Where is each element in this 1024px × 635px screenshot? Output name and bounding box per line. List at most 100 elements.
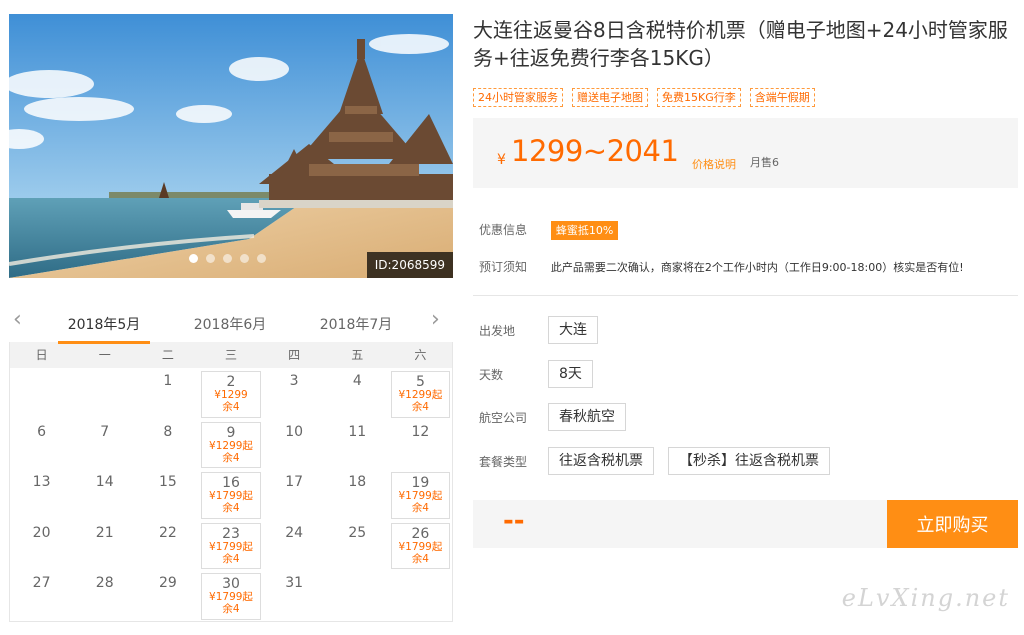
day-number: 24 (285, 524, 304, 541)
day-number: 18 (348, 474, 367, 490)
day-stock: 余4 (222, 552, 240, 565)
calendar-day: 12 (389, 419, 452, 470)
price-note-link[interactable]: 价格说明 (692, 156, 736, 172)
price-panel: ¥ 1299~2041 价格说明 月售6 (473, 118, 1018, 188)
selected-price: -- (503, 506, 525, 536)
day-number: 22 (158, 524, 177, 541)
calendar-month-nav: ‹ 2018年5月 2018年6月 2018年7月 › (9, 306, 453, 344)
feature-tag: 赠送电子地图 (572, 88, 648, 107)
calendar-day-available[interactable]: 5 ¥1299起 余4 (390, 371, 450, 418)
day-price: ¥1799起 (209, 591, 253, 603)
calendar-day: 24 (263, 520, 326, 571)
site-watermark: eLvXing.net (841, 584, 1010, 612)
day-number: 3 (289, 373, 299, 389)
day-price: ¥1299起 (209, 439, 253, 452)
calendar-day-available[interactable]: 30 ¥1799起 余4 (201, 573, 261, 620)
day-number: 6 (37, 423, 47, 440)
slide-dot[interactable] (189, 254, 198, 263)
day-number: 17 (285, 474, 304, 490)
calendar-day-available[interactable]: 19 ¥1799起 余4 (390, 472, 450, 519)
notice-label: 预订须知 (479, 260, 528, 274)
month-tab-july[interactable]: 2018年7月 (310, 314, 402, 334)
package-label: 套餐类型 (479, 454, 528, 469)
calendar-day-available[interactable]: 16 ¥1799起 余4 (201, 472, 261, 519)
calendar-grid: 日 一 二 三 四 五 六 1 2 ¥1299 余4 3 4 5 ¥1299起 余4 6 7 8 9 ¥1… (9, 342, 453, 622)
slide-dot[interactable] (223, 254, 232, 263)
calendar-day (326, 570, 389, 621)
calendar-day-available[interactable]: 2 ¥1299 余4 (201, 371, 261, 418)
day-number: 23 (222, 525, 240, 542)
weekday-label: 一 (98, 348, 111, 362)
day-number: 14 (95, 474, 114, 490)
package-option[interactable]: 往返含税机票 (548, 447, 654, 475)
calendar-day: 11 (326, 419, 389, 470)
slide-dot[interactable] (257, 254, 266, 263)
days-label: 天数 (479, 367, 504, 382)
month-tab-june[interactable]: 2018年6月 (184, 314, 276, 334)
feature-tag: 含端午假期 (749, 88, 815, 107)
weekday-label: 六 (414, 348, 427, 362)
day-number: 16 (222, 475, 240, 491)
day-number: 5 (415, 374, 425, 390)
chevron-right-icon[interactable]: › (431, 309, 451, 332)
calendar-day: 20 (10, 520, 73, 571)
day-number: 31 (285, 575, 304, 591)
calendar-day: 18 (326, 469, 389, 520)
slide-dot[interactable] (206, 254, 215, 263)
currency-symbol: ¥ (497, 152, 506, 168)
calendar-day: 13 (10, 469, 73, 520)
booking-notice: 此产品需要二次确认，商家将在2个工作小时内（工作日9:00-18:00）核实是否… (550, 261, 964, 274)
buy-now-button[interactable]: 立即购买 (887, 500, 1018, 548)
calendar-day-available[interactable]: 26 ¥1799起 余4 (390, 522, 450, 569)
day-number: 2 (226, 374, 236, 390)
days-row: 天数 8天 (479, 360, 607, 388)
days-option[interactable]: 8天 (548, 360, 593, 388)
airline-option[interactable]: 春秋航空 (548, 403, 626, 431)
divider (473, 295, 1018, 296)
calendar-days: 1 2 ¥1299 余4 3 4 5 ¥1299起 余4 6 7 8 9 ¥1299起 余4 10 11 12 13… (10, 368, 452, 621)
calendar-day: 8 (136, 419, 199, 470)
calendar-day (73, 368, 136, 419)
day-number: 15 (158, 474, 177, 490)
month-tab-may[interactable]: 2018年5月 (58, 314, 150, 344)
weekday-label: 日 (35, 348, 48, 362)
day-number: 19 (411, 475, 430, 491)
slide-dots (189, 254, 266, 263)
departure-option[interactable]: 大连 (548, 316, 598, 344)
calendar-day (389, 570, 452, 621)
weekday-label: 四 (288, 348, 301, 362)
departure-row: 出发地 大连 (479, 316, 612, 344)
day-number: 27 (32, 575, 51, 591)
day-stock: 余4 (411, 401, 429, 413)
weekday-header: 日 一 二 三 四 五 六 (10, 342, 452, 368)
feature-tag: 24小时管家服务 (473, 88, 563, 107)
day-number: 9 (226, 424, 236, 441)
calendar-day: 3 (263, 368, 326, 419)
promo-label: 优惠信息 (479, 223, 528, 237)
day-number: 26 (411, 525, 430, 542)
date-calendar: ‹ 2018年5月 2018年6月 2018年7月 › 日 一 二 三 四 五 … (9, 306, 453, 622)
calendar-day-available[interactable]: 9 ¥1299起 余4 (201, 421, 261, 468)
package-row: 套餐类型 往返含税机票 【秒杀】往返含税机票 (479, 447, 844, 475)
calendar-day: 14 (73, 469, 136, 520)
image-id-badge: ID:2068599 (366, 252, 453, 278)
day-stock: 余4 (222, 502, 240, 514)
slide-dot[interactable] (240, 254, 249, 263)
hero-image[interactable]: ID:2068599 (9, 14, 453, 278)
chevron-left-icon[interactable]: ‹ (13, 309, 33, 332)
day-price: ¥1799起 (209, 540, 253, 553)
day-number: 13 (32, 474, 51, 490)
purchase-bar: -- 立即购买 (473, 500, 1018, 548)
notice-row: 预订须知 此产品需要二次确认，商家将在2个工作小时内（工作日9:00-18:00… (479, 258, 964, 275)
promo-row: 优惠信息 蜂蜜抵10% (479, 221, 619, 240)
day-number: 20 (32, 524, 51, 541)
calendar-day: 27 (10, 570, 73, 621)
calendar-day-available[interactable]: 23 ¥1799起 余4 (201, 522, 261, 569)
day-stock: 余4 (411, 502, 429, 514)
calendar-day: 1 (136, 368, 199, 419)
package-option-flash-sale[interactable]: 【秒杀】往返含税机票 (668, 447, 830, 475)
calendar-day: 7 (73, 419, 136, 470)
airline-label: 航空公司 (479, 410, 528, 425)
calendar-day: 31 (263, 570, 326, 621)
calendar-day: 17 (263, 469, 326, 520)
